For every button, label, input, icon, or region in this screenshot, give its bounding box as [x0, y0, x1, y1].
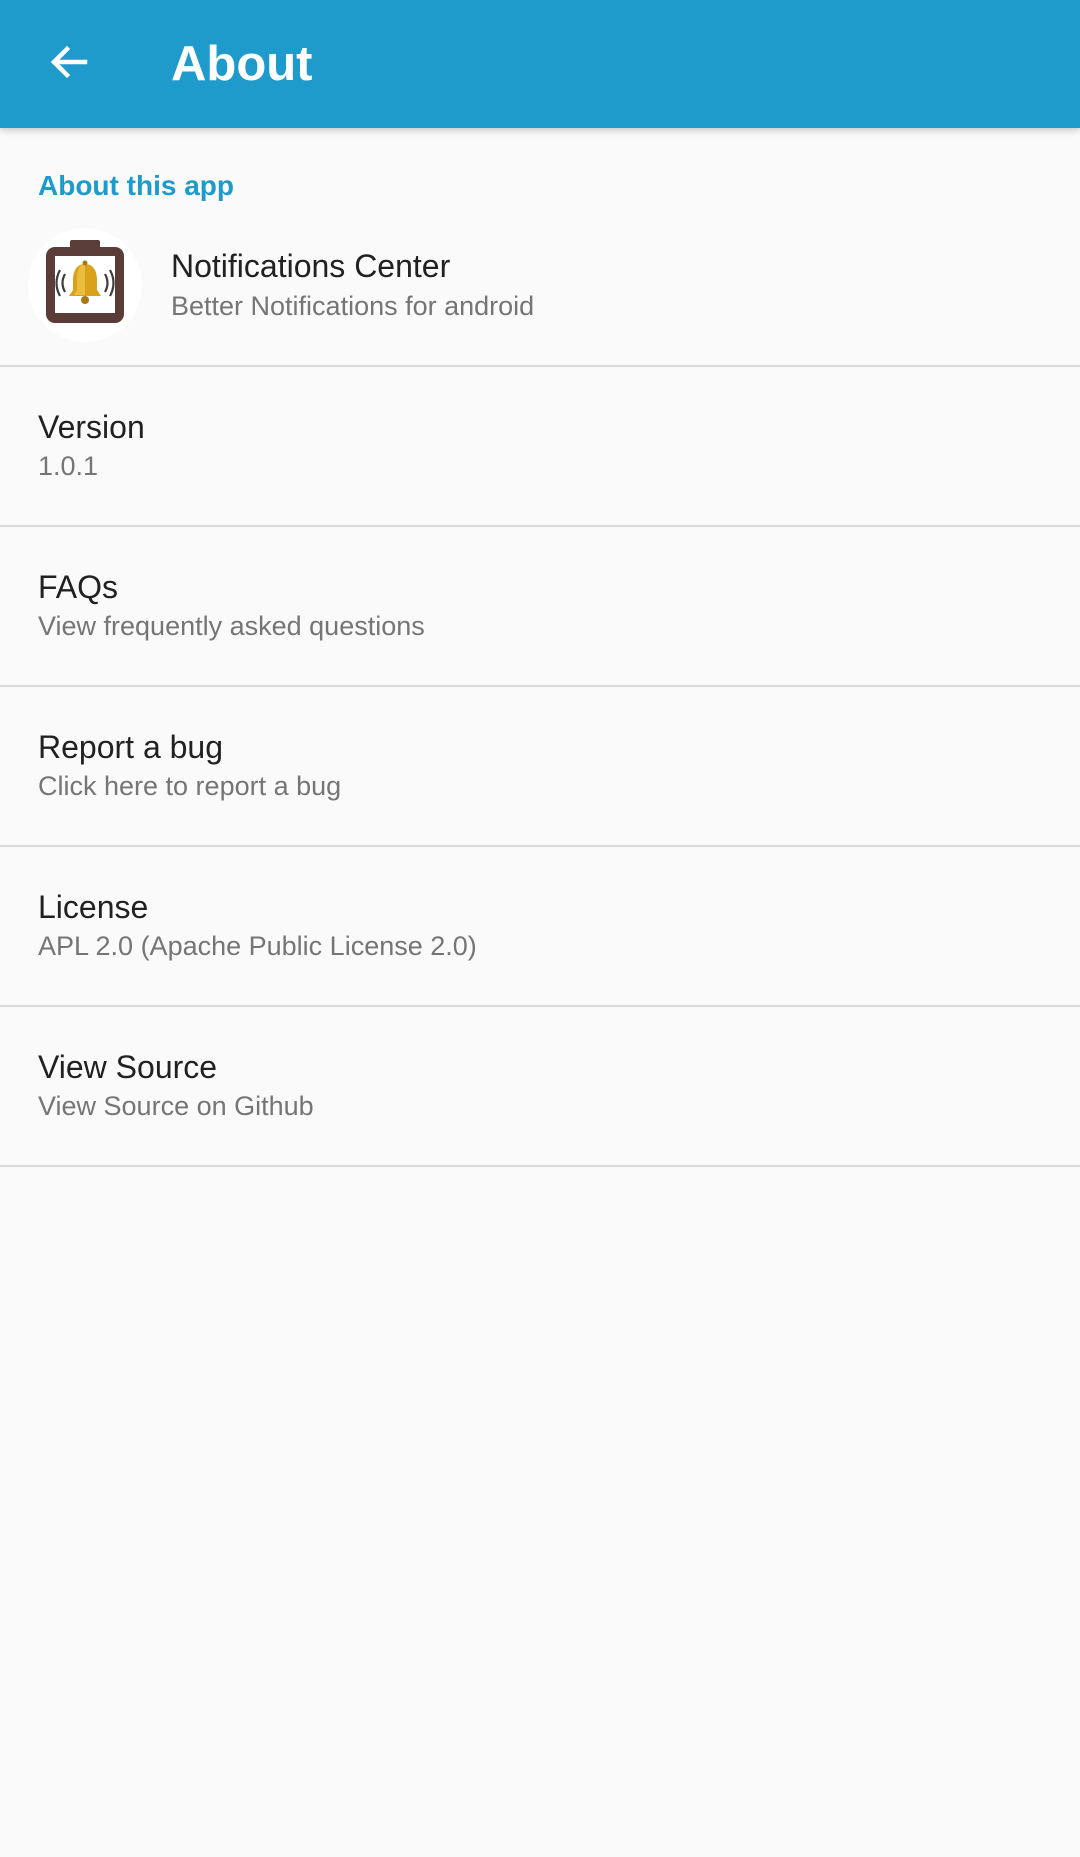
- divider: [0, 1165, 1080, 1167]
- bell-app-icon: [40, 238, 130, 333]
- version-item[interactable]: Version 1.0.1: [0, 367, 1080, 525]
- app-info-row[interactable]: Notifications Center Better Notification…: [0, 128, 1080, 365]
- view-source-summary: View Source on Github: [38, 1091, 314, 1121]
- report-bug-title: Report a bug: [38, 729, 224, 765]
- license-item[interactable]: License APL 2.0 (Apache Public License 2…: [0, 847, 1080, 1005]
- faqs-title: FAQs: [38, 569, 119, 605]
- app-tagline: Better Notifications for android: [171, 291, 535, 321]
- report-bug-summary: Click here to report a bug: [38, 771, 342, 801]
- license-title: License: [38, 889, 149, 925]
- app-icon: [28, 228, 142, 342]
- faqs-summary: View frequently asked questions: [38, 611, 425, 641]
- app-name: Notifications Center: [171, 248, 451, 284]
- about-content: About this app Notifications Center Bett…: [0, 128, 1080, 1167]
- version-value: 1.0.1: [38, 451, 99, 481]
- back-button[interactable]: [28, 23, 110, 105]
- report-bug-item[interactable]: Report a bug Click here to report a bug: [0, 687, 1080, 845]
- app-bar: About: [0, 0, 1080, 128]
- page-title: About: [171, 37, 313, 91]
- view-source-title: View Source: [38, 1049, 218, 1085]
- version-title: Version: [38, 409, 145, 445]
- license-summary: APL 2.0 (Apache Public License 2.0): [38, 931, 477, 961]
- view-source-item[interactable]: View Source View Source on Github: [0, 1007, 1080, 1165]
- faqs-item[interactable]: FAQs View frequently asked questions: [0, 527, 1080, 685]
- arrow-back-icon: [47, 40, 91, 89]
